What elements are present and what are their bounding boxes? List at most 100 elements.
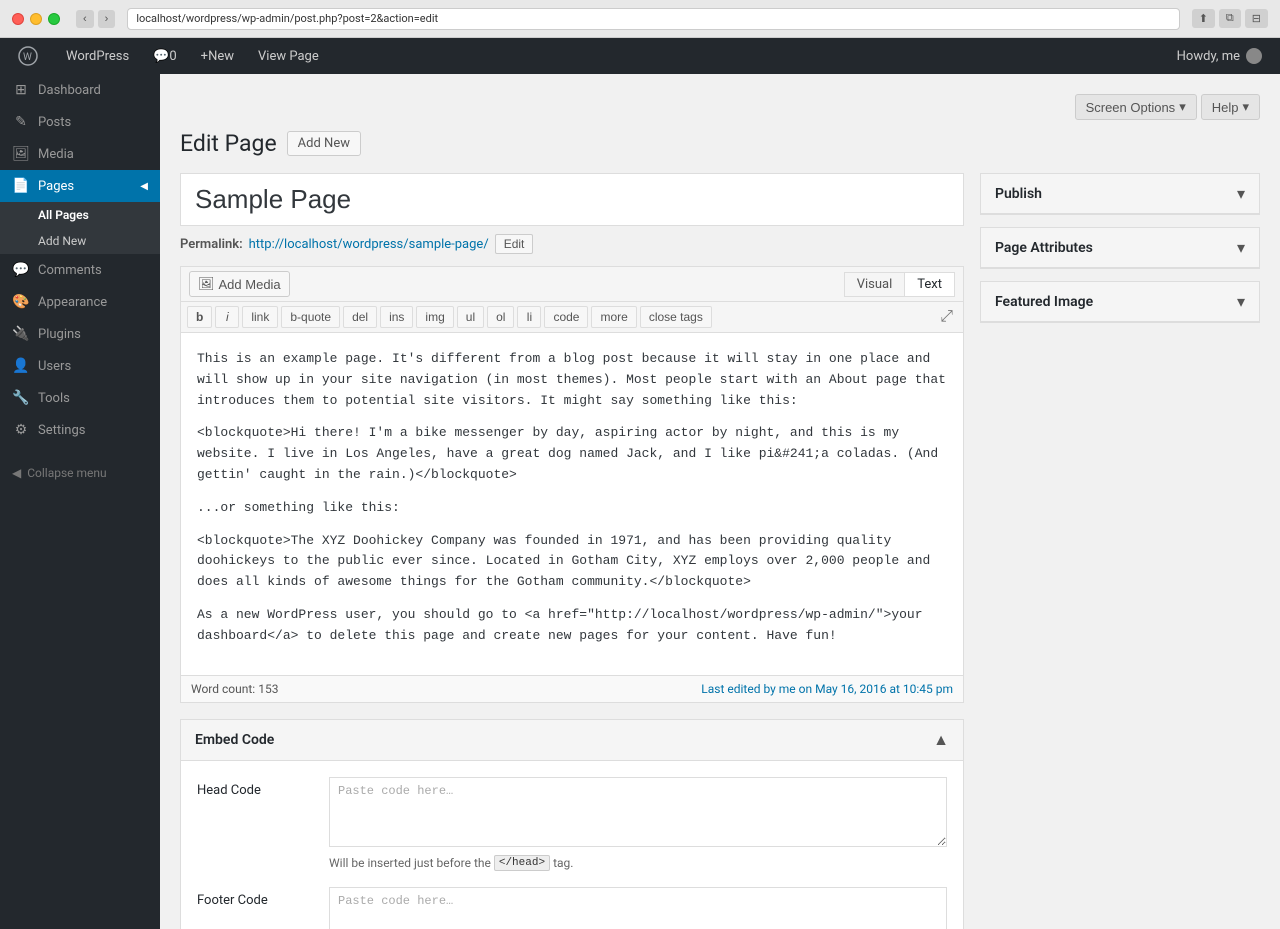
posts-icon: ✎ (12, 114, 30, 130)
page-attributes-panel: Page Attributes ▾ (980, 227, 1260, 269)
format-ul-button[interactable]: ul (457, 306, 484, 328)
sidebar-item-pages[interactable]: 📄 Pages ◀ (0, 170, 160, 202)
sidebar-item-comments[interactable]: 💬 Comments (0, 254, 160, 286)
wp-sidebar: ⊞ Dashboard ✎ Posts 🖼 Media 📄 Pages ◀ Al… (0, 74, 160, 929)
sidebar-item-tools[interactable]: 🔧 Tools (0, 382, 160, 414)
sidebar-sub-add-new[interactable]: Add New (0, 228, 160, 254)
head-code-textarea[interactable] (329, 777, 947, 847)
sidebar-item-label: Settings (38, 423, 85, 438)
head-hint-before: Will be inserted just before the (329, 856, 491, 870)
collapse-menu-button[interactable]: ◀ Collapse menu (0, 454, 160, 492)
publish-panel-header[interactable]: Publish ▾ (981, 174, 1259, 214)
format-del-button[interactable]: del (343, 306, 377, 328)
page-attributes-panel-header[interactable]: Page Attributes ▾ (981, 228, 1259, 268)
screen-options-button[interactable]: Screen Options ▾ (1075, 94, 1197, 120)
head-hint-after: tag. (553, 856, 573, 870)
edit-permalink-button[interactable]: Edit (495, 234, 534, 254)
view-page-item[interactable]: View Page (248, 38, 329, 74)
wp-logo-item[interactable]: W (8, 38, 52, 74)
footer-code-label: Footer Code (197, 887, 317, 929)
permalink-link[interactable]: http://localhost/wordpress/sample-page/ (249, 237, 489, 252)
site-name-item[interactable]: WordPress (56, 38, 139, 74)
sidebar-item-label: Appearance (38, 295, 107, 310)
format-link-button[interactable]: link (242, 306, 278, 328)
screen-options-arrow: ▾ (1179, 99, 1186, 115)
footer-code-textarea[interactable] (329, 887, 947, 929)
format-ins-button[interactable]: ins (380, 306, 413, 328)
format-ol-button[interactable]: ol (487, 306, 514, 328)
add-media-label: Add Media (219, 277, 281, 292)
tab-visual[interactable]: Visual (844, 272, 905, 297)
new-item[interactable]: + New (191, 38, 244, 74)
pages-submenu: All Pages Add New (0, 202, 160, 254)
tab-button[interactable]: ⧉ (1219, 9, 1241, 28)
add-new-button[interactable]: Add New (287, 131, 361, 156)
user-avatar (1246, 48, 1262, 64)
site-name-text: WordPress (66, 49, 129, 64)
format-bold-button[interactable]: b (187, 306, 212, 328)
format-img-button[interactable]: img (416, 306, 453, 328)
tools-icon: 🔧 (12, 390, 30, 406)
browser-nav[interactable]: ‹ › (76, 10, 115, 28)
post-title-input[interactable] (180, 173, 964, 226)
sidebar-toggle-button[interactable]: ⊟ (1245, 9, 1268, 28)
wp-editor: 🖼 Add Media Visual Text b i link b-q (180, 266, 964, 703)
head-code-label: Head Code (197, 777, 317, 871)
edit-sidebar: Publish ▾ Page Attributes ▾ Featured Ima… (980, 173, 1260, 929)
page-header: Edit Page Add New (180, 130, 1260, 157)
comments-item[interactable]: 💬 0 (143, 38, 187, 74)
window-actions[interactable]: ⬆ ⧉ ⊟ (1192, 9, 1268, 28)
publish-panel-title: Publish (995, 186, 1042, 202)
wp-main: Screen Options ▾ Help ▾ Edit Page Add Ne… (160, 74, 1280, 929)
featured-image-panel-header[interactable]: Featured Image ▾ (981, 282, 1259, 322)
view-page-label: View Page (258, 49, 319, 64)
embed-header[interactable]: Embed Code ▲ (181, 720, 963, 761)
help-button[interactable]: Help ▾ (1201, 94, 1260, 120)
close-button[interactable] (12, 13, 24, 25)
tab-text[interactable]: Text (904, 272, 955, 297)
sidebar-item-settings[interactable]: ⚙ Settings (0, 414, 160, 446)
mac-window-controls[interactable] (12, 13, 60, 25)
editor-content[interactable]: This is an example page. It's different … (181, 333, 963, 675)
add-media-button[interactable]: 🖼 Add Media (189, 271, 290, 297)
format-more-button[interactable]: more (591, 306, 636, 328)
sidebar-item-plugins[interactable]: 🔌 Plugins (0, 318, 160, 350)
format-italic-button[interactable]: i (215, 306, 239, 328)
sidebar-item-label: Dashboard (38, 83, 101, 98)
embed-title: Embed Code (195, 732, 274, 748)
add-new-sub-label: Add New (38, 234, 86, 248)
head-code-tag: </head> (494, 855, 550, 871)
format-bquote-button[interactable]: b-quote (281, 306, 340, 328)
sidebar-item-posts[interactable]: ✎ Posts (0, 106, 160, 138)
format-li-button[interactable]: li (517, 306, 541, 328)
sidebar-item-users[interactable]: 👤 Users (0, 350, 160, 382)
sidebar-item-media[interactable]: 🖼 Media (0, 138, 160, 170)
sidebar-item-appearance[interactable]: 🎨 Appearance (0, 286, 160, 318)
sidebar-item-dashboard[interactable]: ⊞ Dashboard (0, 74, 160, 106)
wp-layout: ⊞ Dashboard ✎ Posts 🖼 Media 📄 Pages ◀ Al… (0, 74, 1280, 929)
minimize-button[interactable] (30, 13, 42, 25)
expand-editor-button[interactable]: ⤢ (936, 306, 957, 328)
sidebar-sub-all-pages[interactable]: All Pages (0, 202, 160, 228)
comment-icon: 💬 (153, 49, 169, 64)
embed-body: Head Code Will be inserted just before t… (181, 761, 963, 929)
forward-button[interactable]: › (98, 10, 116, 28)
head-code-row: Head Code Will be inserted just before t… (197, 777, 947, 871)
collapse-menu-label: Collapse menu (27, 466, 106, 480)
mac-titlebar: ‹ › localhost/wordpress/wp-admin/post.ph… (0, 0, 1280, 38)
format-toolbar: b i link b-quote del ins img ul ol li co… (181, 302, 963, 333)
back-button[interactable]: ‹ (76, 10, 94, 28)
plugins-icon: 🔌 (12, 326, 30, 342)
url-bar[interactable]: localhost/wordpress/wp-admin/post.php?po… (127, 8, 1179, 30)
format-close-tags-button[interactable]: close tags (640, 306, 712, 328)
format-code-button[interactable]: code (544, 306, 588, 328)
comments-count: 0 (169, 49, 176, 64)
page-attributes-title: Page Attributes (995, 240, 1093, 256)
sidebar-item-label: Comments (38, 263, 102, 278)
new-label: New (208, 49, 234, 64)
screen-options-label: Screen Options (1086, 100, 1176, 115)
sidebar-item-label: Tools (38, 391, 70, 406)
share-button[interactable]: ⬆ (1192, 9, 1215, 28)
fullscreen-button[interactable] (48, 13, 60, 25)
page-title: Edit Page (180, 130, 277, 157)
